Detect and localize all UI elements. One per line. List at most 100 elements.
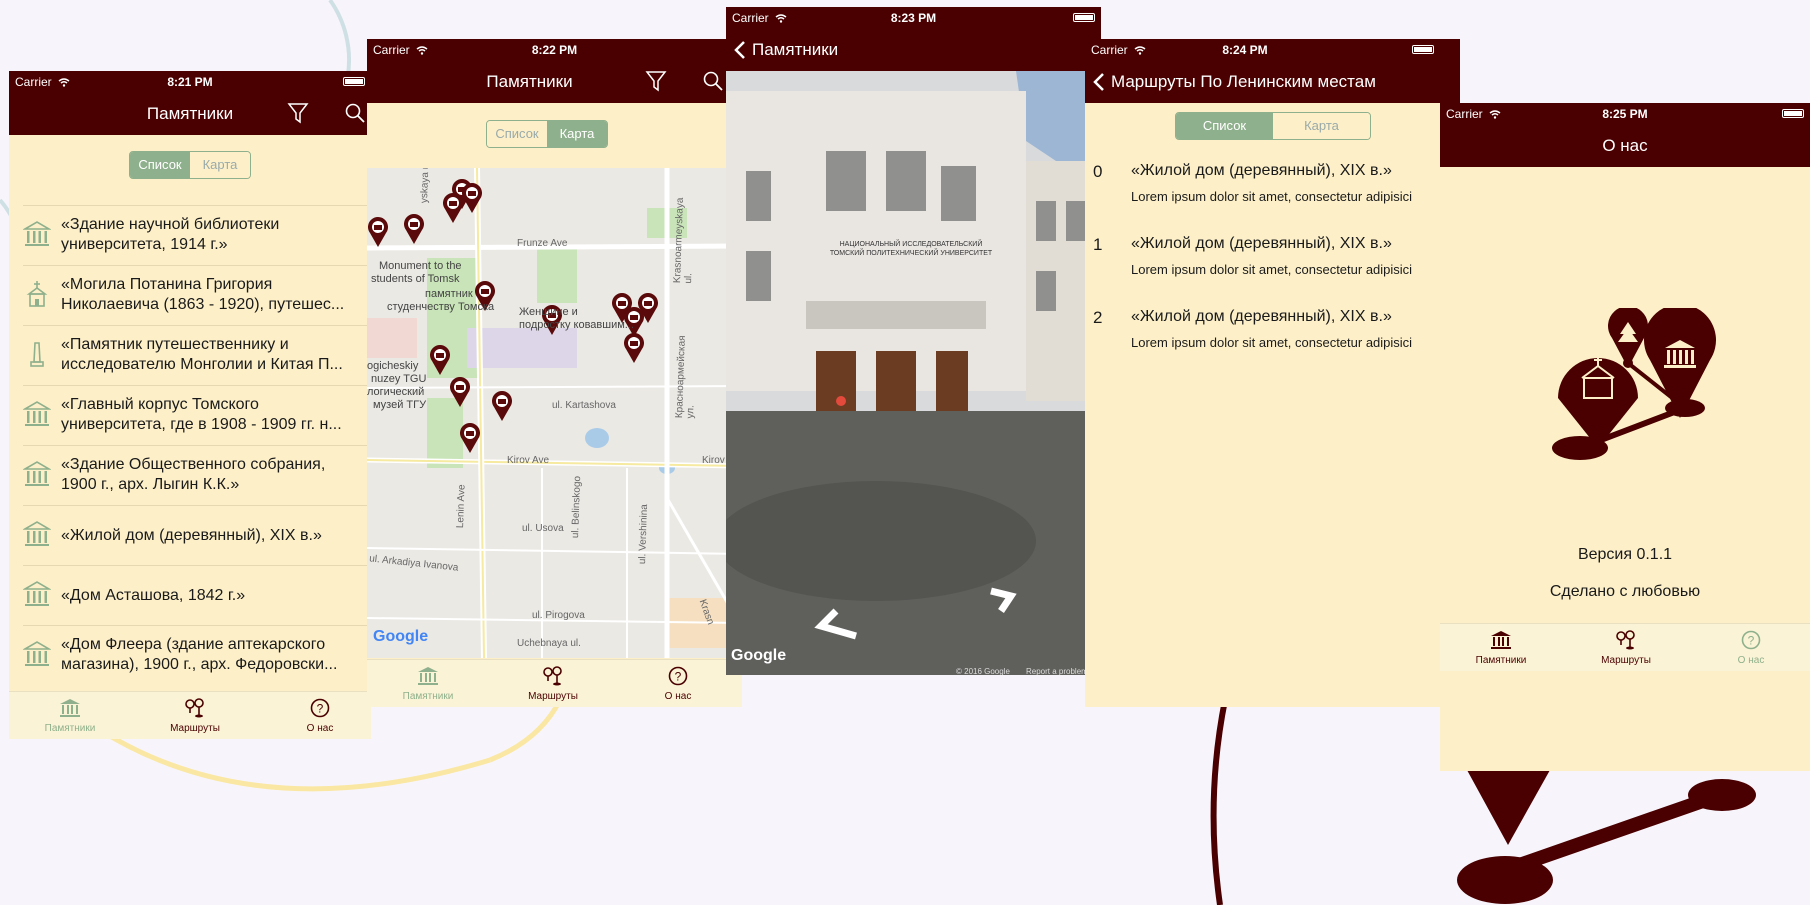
segment-list[interactable]: Список bbox=[487, 121, 547, 147]
tab-monuments-label: Памятники bbox=[402, 691, 454, 702]
search-icon[interactable] bbox=[344, 102, 366, 124]
place-label: nuzey TGU bbox=[371, 373, 427, 385]
street-view-panorama[interactable] bbox=[726, 71, 1101, 675]
monument-title-line1: «Дом Флеера (здание аптекарского bbox=[61, 636, 326, 653]
tab-monuments[interactable]: Памятники bbox=[1456, 630, 1546, 666]
screen-monuments-list: Carrier 8:21 PM Памятники Список Карта «… bbox=[9, 71, 371, 739]
tab-routes[interactable]: Маршруты bbox=[150, 698, 240, 734]
nav-bar: Памятники bbox=[726, 28, 1101, 71]
monument-list-item[interactable]: «Здание Общественного собрания, 1900 г., … bbox=[22, 445, 371, 505]
map-pin-icon[interactable] bbox=[429, 344, 451, 376]
monument-list-item[interactable]: «Могила Потанина Григория Николаевича (18… bbox=[23, 265, 371, 325]
status-bar: Carrier 8:24 PM bbox=[1085, 39, 1460, 60]
tab-about[interactable]: ? О нас bbox=[275, 698, 365, 734]
map-pin-icon[interactable] bbox=[442, 192, 464, 224]
route-item-description: Lorem ipsum dolor sit amet, consectetur … bbox=[1131, 335, 1413, 350]
tab-about-label: О нас bbox=[1737, 655, 1765, 666]
place-label: ogicheskiy bbox=[367, 360, 419, 372]
tab-routes[interactable]: Маршруты bbox=[1581, 630, 1671, 666]
place-label: логический bbox=[367, 386, 425, 398]
street-label: ul. Belinskogo bbox=[570, 475, 584, 539]
back-chevron-icon[interactable] bbox=[734, 40, 746, 60]
filter-icon[interactable] bbox=[287, 102, 309, 124]
monument-list-item[interactable]: «Дом Флеера (здание аптекарского магазина… bbox=[22, 625, 371, 685]
place-label: Monument to the bbox=[379, 260, 462, 272]
monument-title-line1: «Памятник путешественнику и bbox=[61, 336, 289, 353]
tab-about-label: О нас bbox=[664, 691, 692, 702]
map-pin-icon[interactable] bbox=[403, 213, 425, 245]
nav-bar: Памятники bbox=[367, 60, 742, 103]
place-label: студенчеству Томска bbox=[387, 301, 495, 313]
monument-list-item[interactable]: «Дом Асташова, 1842 г.» bbox=[22, 565, 371, 625]
map-pin-icon[interactable] bbox=[623, 332, 645, 364]
street-label: Красноармейская ул. bbox=[674, 335, 697, 419]
tab-monuments-label: Памятники bbox=[44, 723, 96, 734]
street-label: Kirov Ave bbox=[507, 455, 550, 466]
monument-list-item[interactable]: «Главный корпус Томского университета, гд… bbox=[22, 385, 371, 445]
monument-list-item[interactable]: «Памятник путешественнику и исследователю… bbox=[23, 325, 371, 385]
street-label: ul. Kartashova bbox=[552, 400, 616, 411]
monument-title-line1: «Дом Асташова, 1842 г.» bbox=[61, 587, 246, 604]
monument-title: «Дом Асташова, 1842 г.» bbox=[61, 586, 369, 606]
street-label: Krasnoarmeyskaya ul. bbox=[672, 197, 695, 284]
version-label: Версия 0.1.1 bbox=[1577, 546, 1673, 563]
filter-icon[interactable] bbox=[645, 70, 667, 92]
monument-list-item[interactable]: «Здание научной библиотеки университета, … bbox=[22, 205, 371, 265]
tab-routes[interactable]: Маршруты bbox=[508, 666, 598, 702]
map-view[interactable]: Frunze Ave Kirov Ave Lenin Ave ul. Karta… bbox=[367, 168, 742, 658]
monument-list: «Здание научной библиотеки университета, … bbox=[22, 205, 371, 685]
place-label: музей ТГУ bbox=[373, 399, 427, 411]
place-label: подростку ковавшим... bbox=[519, 319, 634, 331]
tab-about[interactable]: ? О нас bbox=[633, 666, 723, 702]
segment-map[interactable]: Карта bbox=[1273, 113, 1370, 139]
monument-title-line2: Николаевича (1863 - 1920), путешес... bbox=[61, 296, 345, 313]
tab-monuments[interactable]: Памятники bbox=[25, 698, 115, 734]
museum-icon bbox=[22, 460, 52, 493]
street-label: yskaya ul. bbox=[419, 168, 432, 204]
map-pin-icon[interactable] bbox=[461, 182, 483, 214]
tab-routes-label: Маршруты bbox=[528, 691, 578, 702]
facade-inscription-line2: ТОМСКИЙ ПОЛИТЕХНИЧЕСКИЙ УНИВЕРСИТЕТ bbox=[829, 250, 993, 257]
monument-title: «Дом Флеера (здание аптекарского магазина… bbox=[61, 635, 369, 675]
map-pin-icon[interactable] bbox=[491, 390, 513, 422]
segmented-control: Список Карта bbox=[486, 120, 608, 148]
segment-map[interactable]: Карта bbox=[190, 152, 250, 178]
map-pin-icon[interactable] bbox=[459, 422, 481, 454]
tab-about[interactable]: ? О нас bbox=[1706, 630, 1796, 666]
tab-monuments[interactable]: Памятники bbox=[383, 666, 473, 702]
nav-title: Маршруты По Ленинским местам bbox=[1111, 72, 1376, 91]
monument-title-line1: «Главный корпус Томского bbox=[61, 396, 259, 413]
route-item-title: «Жилой дом (деревянный), XIX в.» bbox=[1131, 235, 1392, 252]
nav-title: Памятники bbox=[486, 72, 573, 91]
back-chevron-icon[interactable] bbox=[1093, 72, 1105, 92]
route-index: 2 bbox=[1093, 308, 1103, 327]
map-pin-icon[interactable] bbox=[449, 376, 471, 408]
museum-icon bbox=[22, 640, 52, 673]
segment-list[interactable]: Список bbox=[1176, 113, 1273, 139]
route-index: 0 bbox=[1093, 162, 1103, 181]
app-logo bbox=[1552, 308, 1716, 460]
street-label: ul. Vershinina bbox=[637, 503, 651, 565]
status-time: 8:23 PM bbox=[890, 11, 937, 25]
monument-list-item[interactable]: «Жилой дом (деревянный), XIX в.» bbox=[22, 505, 371, 565]
street-label: Kirov bbox=[702, 455, 725, 466]
segment-map[interactable]: Карта bbox=[547, 121, 607, 147]
chapel-icon bbox=[23, 280, 51, 313]
segment-list[interactable]: Список bbox=[130, 152, 190, 178]
nav-title: Памятники bbox=[146, 104, 234, 123]
search-icon[interactable] bbox=[702, 70, 724, 92]
tab-bar: Памятники Маршруты ? О нас bbox=[367, 659, 742, 707]
route-pins-icon bbox=[185, 698, 204, 718]
segmented-control: Список Карта bbox=[129, 151, 251, 179]
status-time: 8:21 PM bbox=[167, 75, 213, 89]
map-pin-icon[interactable] bbox=[367, 216, 389, 248]
report-problem-link[interactable]: Report a problem bbox=[1026, 667, 1088, 675]
place-label: памятник bbox=[425, 288, 473, 300]
back-button-label[interactable]: Памятники bbox=[752, 40, 838, 60]
museum-icon bbox=[22, 580, 52, 613]
street-label: Frunze Ave bbox=[517, 238, 568, 249]
street-label: Uchebnaya ul. bbox=[517, 638, 581, 649]
nav-title: О нас bbox=[1602, 136, 1648, 155]
obelisk-icon bbox=[23, 340, 51, 373]
route-index: 1 bbox=[1093, 235, 1103, 254]
